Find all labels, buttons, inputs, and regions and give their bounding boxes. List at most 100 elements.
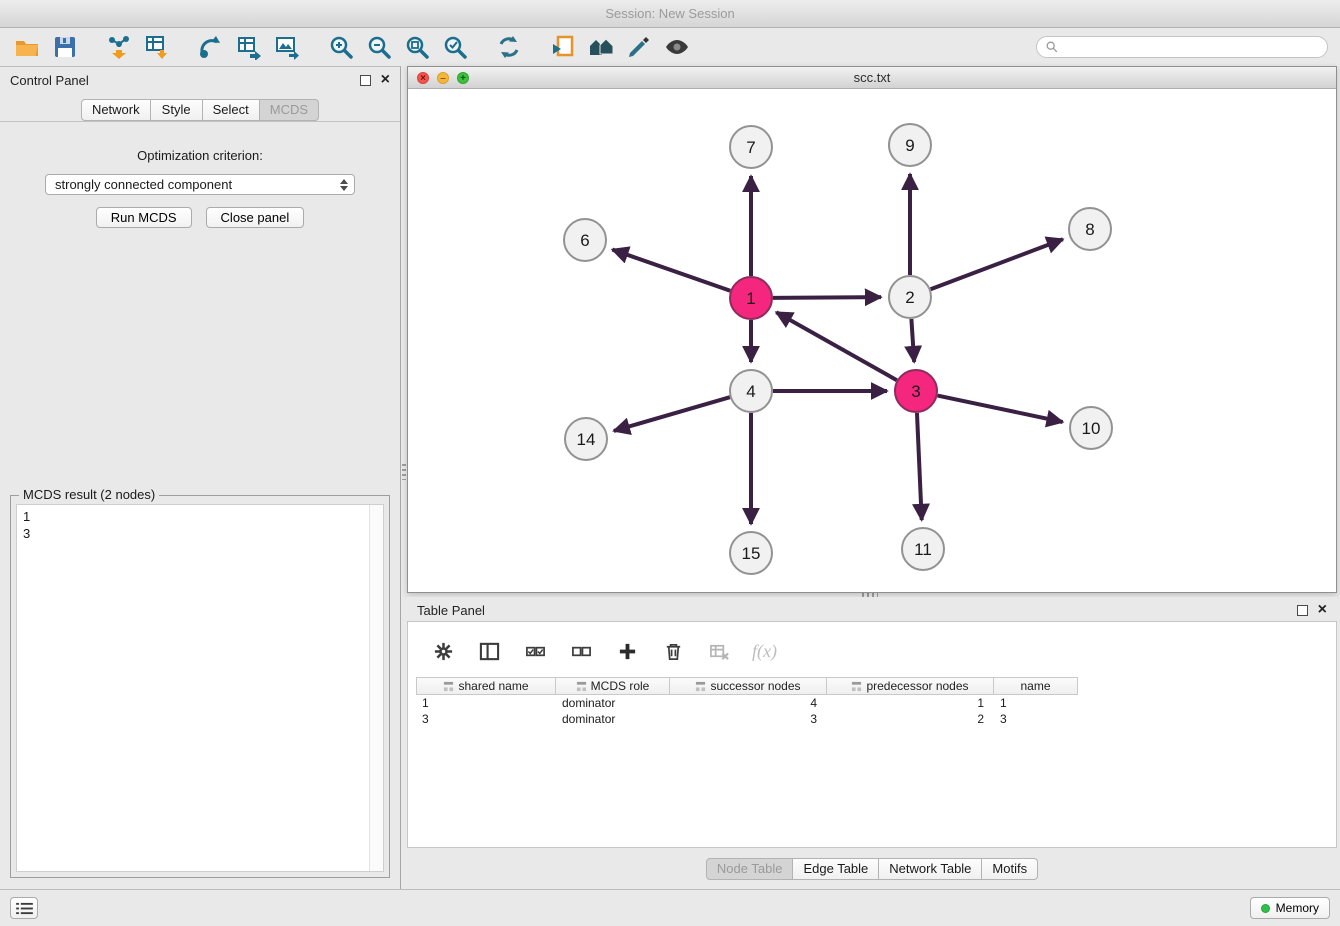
- cell-mcds-role[interactable]: dominator: [556, 695, 670, 711]
- cell-mcds-role[interactable]: dominator: [556, 711, 670, 727]
- table-settings-button[interactable]: [430, 638, 456, 664]
- cell-predecessor-nodes[interactable]: 2: [827, 711, 994, 727]
- node-11[interactable]: 11: [902, 528, 944, 570]
- table-panel-tabs: Node Table Edge Table Network Table Moti…: [407, 848, 1337, 889]
- import-table-icon: [144, 34, 170, 60]
- dropdown-selected-value: strongly connected component: [55, 177, 232, 192]
- node-6[interactable]: 6: [564, 219, 606, 261]
- function-builder-button[interactable]: f(x): [752, 638, 777, 664]
- cell-successor-nodes[interactable]: 4: [670, 695, 827, 711]
- run-mcds-button[interactable]: Run MCDS: [96, 207, 192, 228]
- window-titlebar: Session: New Session: [0, 0, 1340, 28]
- cell-shared-name[interactable]: 1: [416, 695, 556, 711]
- splitter-handle-icon: [402, 464, 406, 480]
- column-header-mcds-role[interactable]: MCDS role: [556, 677, 670, 695]
- close-table-panel-icon[interactable]: ×: [1318, 603, 1327, 617]
- close-panel-button[interactable]: Close panel: [206, 207, 305, 228]
- memory-button[interactable]: Memory: [1250, 897, 1330, 919]
- minimize-window-button[interactable]: –: [437, 72, 449, 84]
- edge-3-10[interactable]: [938, 396, 1063, 422]
- unselect-all-columns-button[interactable]: [568, 638, 594, 664]
- show-column-panel-button[interactable]: [476, 638, 502, 664]
- select-all-columns-button[interactable]: [522, 638, 548, 664]
- table-row[interactable]: 3 dominator 3 2 3: [416, 711, 1336, 727]
- network-overview-button[interactable]: [582, 30, 620, 64]
- column-header-predecessor-nodes[interactable]: predecessor nodes: [827, 677, 994, 695]
- table-toolbar: f(x): [408, 622, 1336, 668]
- zoom-in-button[interactable]: [322, 30, 360, 64]
- node-15[interactable]: 15: [730, 532, 772, 574]
- edge-1-2[interactable]: [773, 297, 881, 298]
- node-3[interactable]: 3: [895, 370, 937, 412]
- node-7[interactable]: 7: [730, 126, 772, 168]
- node-8[interactable]: 8: [1069, 208, 1111, 250]
- edge-1-6[interactable]: [612, 250, 730, 291]
- open-session-button[interactable]: [8, 30, 46, 64]
- node-2[interactable]: 2: [889, 276, 931, 318]
- node-label: 6: [580, 231, 589, 250]
- edge-2-3[interactable]: [911, 319, 914, 362]
- cell-predecessor-nodes[interactable]: 1: [827, 695, 994, 711]
- edge-4-14[interactable]: [614, 397, 730, 431]
- network-canvas[interactable]: 7 9 6 8 1 2 4 3 14 10 15 11: [408, 89, 1336, 592]
- column-header-name[interactable]: name: [994, 677, 1078, 695]
- node-4[interactable]: 4: [730, 370, 772, 412]
- node-label: 1: [746, 289, 755, 308]
- cell-successor-nodes[interactable]: 3: [670, 711, 827, 727]
- zoom-out-button[interactable]: [360, 30, 398, 64]
- node-label: 10: [1082, 419, 1101, 438]
- delete-table-button[interactable]: [706, 638, 732, 664]
- node-1[interactable]: 1: [730, 277, 772, 319]
- node-9[interactable]: 9: [889, 124, 931, 166]
- tab-motifs[interactable]: Motifs: [982, 858, 1038, 880]
- tab-edge-table[interactable]: Edge Table: [793, 858, 879, 880]
- edge-2-8[interactable]: [931, 239, 1063, 289]
- close-window-button[interactable]: ×: [417, 72, 429, 84]
- optimization-criterion-select[interactable]: strongly connected component: [45, 174, 355, 195]
- window-title: Session: New Session: [605, 6, 734, 21]
- control-panel: Control Panel × Network Style Select MCD…: [0, 66, 401, 890]
- tab-select[interactable]: Select: [203, 99, 260, 121]
- export-image-button[interactable]: [268, 30, 306, 64]
- tab-network[interactable]: Network: [81, 99, 151, 121]
- edge-3-11[interactable]: [917, 413, 922, 520]
- float-table-panel-icon[interactable]: [1297, 605, 1308, 616]
- edge-3-1[interactable]: [776, 312, 897, 380]
- cell-shared-name[interactable]: 3: [416, 711, 556, 727]
- node-14[interactable]: 14: [565, 418, 607, 460]
- duplicate-network-button[interactable]: [544, 30, 582, 64]
- show-panels-button[interactable]: [10, 897, 38, 919]
- mcds-result-list[interactable]: 1 3: [16, 504, 384, 872]
- tab-node-table[interactable]: Node Table: [706, 858, 794, 880]
- show-hide-button[interactable]: [658, 30, 696, 64]
- delete-columns-button[interactable]: [660, 638, 686, 664]
- tab-mcds[interactable]: MCDS: [260, 99, 319, 121]
- close-panel-icon[interactable]: ×: [381, 73, 390, 87]
- cell-name[interactable]: 3: [994, 711, 1078, 727]
- add-column-button[interactable]: [614, 638, 640, 664]
- float-panel-icon[interactable]: [360, 75, 371, 86]
- cell-name[interactable]: 1: [994, 695, 1078, 711]
- load-network-button[interactable]: [192, 30, 230, 64]
- control-panel-header: Control Panel ×: [0, 67, 400, 93]
- import-network-file-button[interactable]: [100, 30, 138, 64]
- import-table-file-button[interactable]: [138, 30, 176, 64]
- tab-style[interactable]: Style: [151, 99, 203, 121]
- export-table-button[interactable]: [230, 30, 268, 64]
- table-row[interactable]: 1 dominator 4 1 1: [416, 695, 1336, 711]
- search-box[interactable]: [1036, 36, 1328, 58]
- column-header-shared-name[interactable]: shared name: [416, 677, 556, 695]
- document-share-icon: [550, 34, 576, 60]
- zoom-window-button[interactable]: +: [457, 72, 469, 84]
- result-scrollbar[interactable]: [369, 505, 383, 871]
- node-10[interactable]: 10: [1070, 407, 1112, 449]
- columns-icon: [479, 641, 500, 662]
- column-header-successor-nodes[interactable]: successor nodes: [670, 677, 827, 695]
- tab-network-table[interactable]: Network Table: [879, 858, 982, 880]
- save-session-button[interactable]: [46, 30, 84, 64]
- apply-visual-style-button[interactable]: [620, 30, 658, 64]
- zoom-selected-button[interactable]: [436, 30, 474, 64]
- refresh-view-button[interactable]: [490, 30, 528, 64]
- zoom-fit-button[interactable]: [398, 30, 436, 64]
- search-input[interactable]: [1064, 40, 1319, 54]
